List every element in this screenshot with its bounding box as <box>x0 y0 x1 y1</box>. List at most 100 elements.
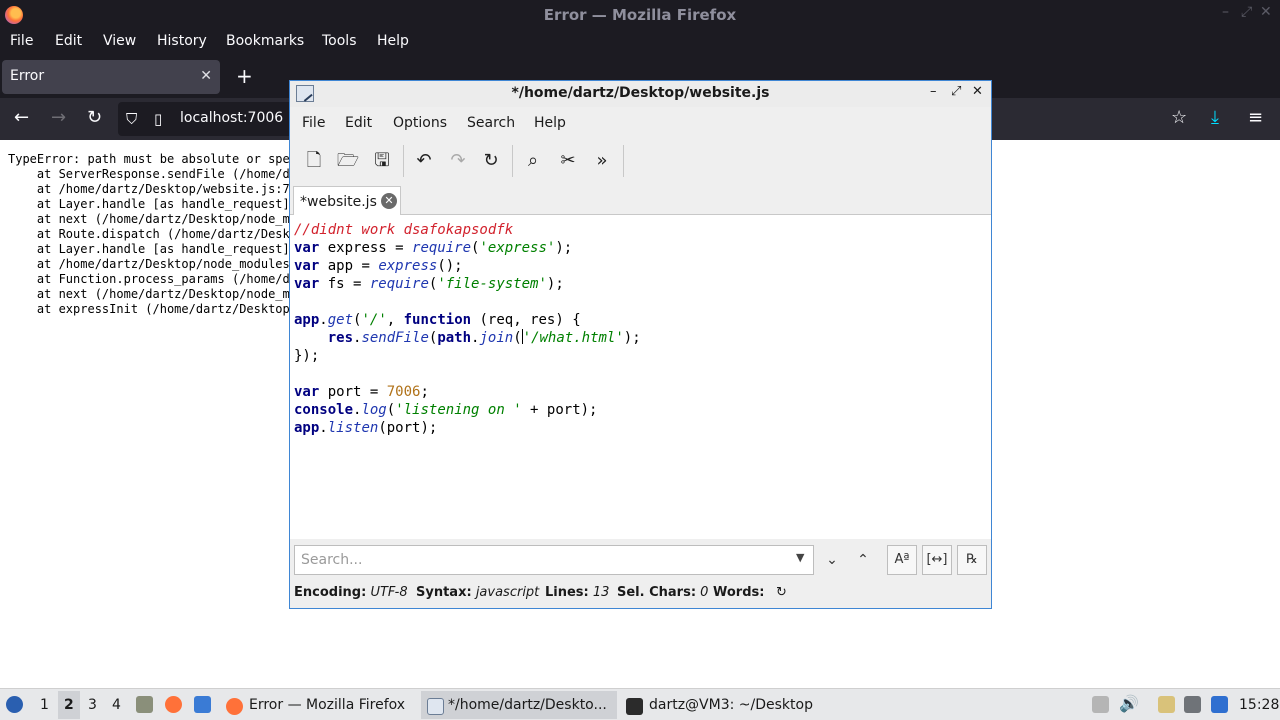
status-sel-chars: Sel. Chars: 0 <box>617 585 709 600</box>
task-firefox-label: Error — Mozilla Firefox <box>249 697 406 713</box>
editor-menu-edit[interactable]: Edit <box>345 115 372 131</box>
task-terminal-label: dartz@VM3: ~/Desktop <box>649 697 813 713</box>
open-folder-icon[interactable]: 🗁 <box>336 149 360 173</box>
error-line: at expressInit (/home/dartz/Desktop <box>8 302 290 316</box>
editor-maximize-icon[interactable]: ⤢ <box>951 84 961 99</box>
reload-file-icon[interactable]: ↻ <box>479 149 503 173</box>
desktop-icon[interactable] <box>194 696 211 713</box>
code-line: app.get('/', function (req, res) { <box>294 312 581 328</box>
editor-task-icon <box>427 698 444 715</box>
tab-title: Error <box>10 68 45 84</box>
task-editor[interactable]: */home/dartz/Deskto... <box>421 691 617 719</box>
regex-icon[interactable]: ℞ <box>957 545 987 575</box>
code-editor[interactable]: //didnt work dsafokapsodfk var express = … <box>290 215 991 539</box>
firefox-launcher-icon[interactable] <box>165 696 182 713</box>
editor-minimize-icon[interactable]: – <box>930 84 937 99</box>
bookmark-star-icon[interactable]: ☆ <box>1171 108 1187 128</box>
file-manager-icon[interactable] <box>136 696 153 713</box>
error-stack-trace: TypeError: path must be absolute or spe … <box>8 152 290 317</box>
undo-icon[interactable]: ↶ <box>412 149 436 173</box>
new-tab-icon[interactable]: + <box>236 66 253 86</box>
menu-file[interactable]: File <box>10 33 33 49</box>
editor-menu-help[interactable]: Help <box>534 115 566 131</box>
editor-menu-options[interactable]: Options <box>393 115 447 131</box>
task-editor-label: */home/dartz/Deskto... <box>448 697 607 713</box>
menu-help[interactable]: Help <box>377 33 409 49</box>
tray-up-icon[interactable] <box>1092 696 1109 713</box>
start-menu-icon[interactable] <box>6 696 23 713</box>
find-next-icon[interactable]: ⌄ <box>819 547 845 573</box>
whole-word-icon[interactable]: [↔] <box>922 545 952 575</box>
workspace-1[interactable]: 1 <box>40 697 49 713</box>
editor-menu-file[interactable]: File <box>302 115 325 131</box>
match-case-icon[interactable]: Aª <box>887 545 917 575</box>
download-icon[interactable]: ⤓ <box>1211 108 1219 128</box>
status-words: Words: <box>713 585 765 600</box>
minimize-icon[interactable]: – <box>1222 4 1229 20</box>
menu-history[interactable]: History <box>157 33 207 49</box>
search-input[interactable] <box>294 545 814 575</box>
find-icon[interactable]: ⌕ <box>521 149 545 173</box>
task-firefox[interactable]: Error — Mozilla Firefox <box>222 691 418 719</box>
network-icon[interactable] <box>1211 696 1228 713</box>
forward-icon[interactable]: → <box>51 108 66 128</box>
back-icon[interactable]: ← <box>14 108 29 128</box>
error-line: at Route.dispatch (/home/dartz/Desk <box>8 227 290 241</box>
task-terminal[interactable]: dartz@VM3: ~/Desktop <box>620 691 816 719</box>
error-line: at Layer.handle [as handle_request] <box>8 242 290 256</box>
workspace-3[interactable]: 3 <box>88 697 97 713</box>
menu-edit[interactable]: Edit <box>55 33 82 49</box>
new-file-icon[interactable]: 🗋 <box>302 149 326 173</box>
menu-tools[interactable]: Tools <box>322 33 357 49</box>
code-line: console.log('listening on ' + port); <box>294 402 598 418</box>
find-previous-icon[interactable]: ⌃ <box>850 547 876 573</box>
tab-error[interactable]: Error ✕ <box>2 60 220 94</box>
menu-view[interactable]: View <box>103 33 136 49</box>
url-bar[interactable]: ⛉ ▯ localhost:7006 <box>118 102 298 136</box>
workspace-4[interactable]: 4 <box>112 697 121 713</box>
find-replace-icon[interactable]: ✂ <box>556 149 580 173</box>
maximize-icon[interactable]: ⤢ <box>1241 4 1252 20</box>
clipboard-icon[interactable] <box>1158 696 1175 713</box>
editor-window: */home/dartz/Desktop/website.js – ⤢ ✕ Fi… <box>289 80 992 609</box>
editor-statusbar: Encoding: UTF-8 Syntax: javascript Lines… <box>290 581 991 607</box>
editor-toolbar: 🗋 🗁 🖫 ↶ ↷ ↻ ⌕ ✂ » <box>290 139 991 183</box>
code-line: //didnt work dsafokapsodfk <box>294 222 514 238</box>
editor-titlebar: */home/dartz/Desktop/website.js – ⤢ ✕ <box>290 81 991 107</box>
editor-tab-close-icon[interactable]: ✕ <box>381 193 397 209</box>
refresh-word-count-icon[interactable]: ↻ <box>776 585 787 600</box>
hamburger-menu-icon[interactable]: ≡ <box>1248 108 1263 128</box>
taskbar: 1 2 3 4 Error — Mozilla Firefox */home/d… <box>0 688 1280 720</box>
editor-tab-label: *website.js <box>300 194 377 210</box>
error-line: at /home/dartz/Desktop/node_modules <box>8 257 290 271</box>
error-line: at /home/dartz/Desktop/website.js:7 <box>8 182 290 196</box>
error-line: at next (/home/dartz/Desktop/node_m <box>8 287 290 301</box>
search-history-dropdown-icon[interactable]: ▼ <box>796 551 804 564</box>
workspace-2[interactable]: 2 <box>64 697 74 713</box>
editor-menu-search[interactable]: Search <box>467 115 515 131</box>
editor-close-icon[interactable]: ✕ <box>972 84 983 99</box>
tab-close-icon[interactable]: ✕ <box>200 68 212 84</box>
redo-icon[interactable]: ↷ <box>446 149 470 173</box>
tab-website-js[interactable]: *website.js ✕ <box>293 186 401 216</box>
status-syntax: Syntax: javascript <box>416 585 540 600</box>
menu-bookmarks[interactable]: Bookmarks <box>226 33 304 49</box>
reload-icon[interactable]: ↻ <box>87 108 102 128</box>
volume-icon[interactable]: 🔊 <box>1119 694 1139 713</box>
editor-window-title: */home/dartz/Desktop/website.js <box>511 85 770 101</box>
editor-menubar: File Edit Options Search Help <box>290 109 991 137</box>
display-icon[interactable] <box>1184 696 1201 713</box>
clock[interactable]: 15:28 <box>1239 697 1279 713</box>
firefox-window-title: Error — Mozilla Firefox <box>543 6 737 24</box>
code-line: app.listen(port); <box>294 420 438 436</box>
error-line: at ServerResponse.sendFile (/home/d <box>8 167 290 181</box>
url-text: localhost:7006 <box>180 110 284 126</box>
error-line: at Layer.handle [as handle_request] <box>8 197 290 211</box>
close-icon[interactable]: ✕ <box>1260 4 1272 20</box>
save-icon[interactable]: 🖫 <box>370 149 394 173</box>
error-line: at Function.process_params (/home/d <box>8 272 290 286</box>
more-tools-icon[interactable]: » <box>590 149 614 173</box>
toolbar-separator <box>623 145 624 177</box>
shield-icon[interactable]: ⛉ <box>126 110 137 128</box>
terminal-task-icon <box>626 698 643 715</box>
